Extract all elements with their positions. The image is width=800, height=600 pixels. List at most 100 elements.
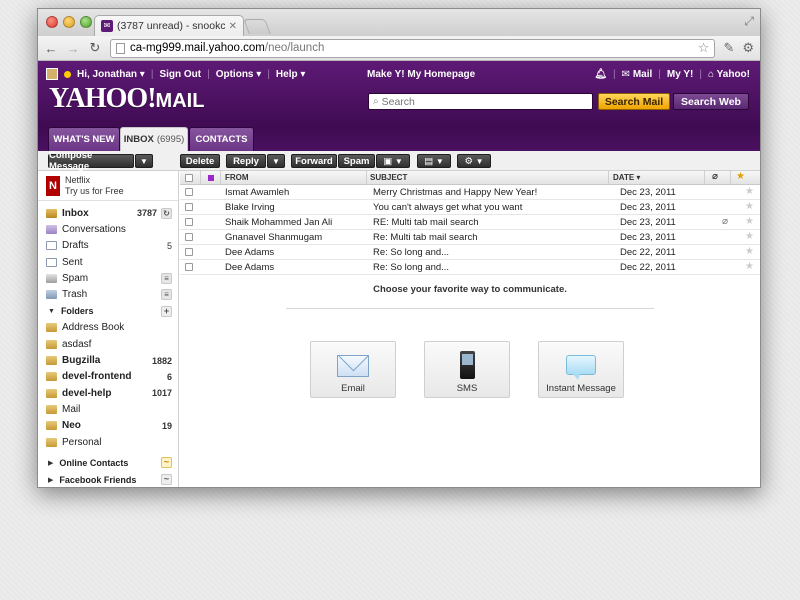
sidebar-item-asdasf[interactable]: asdasf [38, 336, 178, 352]
mail-link[interactable]: ✉ Mail [622, 69, 653, 80]
view-options-button[interactable]: ▤ ▼ [417, 154, 451, 168]
star-toggle-icon[interactable]: ★ [745, 231, 754, 242]
sidebar-item-bugzilla[interactable]: Bugzilla 1882 [38, 352, 178, 368]
search-web-button[interactable]: Search Web [673, 93, 749, 110]
back-arrow-icon[interactable]: ← [44, 41, 58, 56]
sidebar-item-devel-help[interactable]: devel-help 1017 [38, 385, 178, 401]
sidebar-item-sent[interactable]: Sent [38, 254, 178, 270]
facebook-friends-header[interactable]: ▶ Facebook Friends ~ [38, 471, 178, 487]
subject-column-header[interactable]: SUBJECT [370, 173, 407, 182]
star-toggle-icon[interactable]: ★ [745, 216, 754, 227]
compose-dropdown-button[interactable]: ▼ [135, 154, 153, 168]
sidebar-item-drafts[interactable]: Drafts 5 [38, 238, 178, 254]
folders-section-header[interactable]: ▼ Folders + [38, 303, 178, 320]
sidebar-item-label: Mail [62, 403, 81, 415]
sidebar-item-conversations[interactable]: Conversations [38, 221, 178, 237]
row-checkbox[interactable] [185, 248, 193, 256]
row-checkbox[interactable] [185, 218, 193, 226]
tab-contacts[interactable]: CONTACTS [189, 127, 254, 151]
online-contacts-header[interactable]: ▶ Online Contacts ~ [38, 454, 178, 471]
page-menu-icon[interactable]: ✎ [723, 40, 734, 56]
star-column-icon[interactable]: ★ [736, 171, 745, 182]
sidebar-item-address-book[interactable]: Address Book [38, 320, 178, 336]
yahoo-mail-logo[interactable]: YAHOO!MAIL [49, 83, 204, 115]
compose-message-button[interactable]: Compose Message [48, 150, 134, 172]
avatar[interactable] [46, 68, 58, 80]
star-toggle-icon[interactable]: ★ [745, 246, 754, 257]
close-tab-icon[interactable]: ✕ [229, 21, 237, 32]
tab-whats-new[interactable]: WHAT'S NEW [48, 127, 120, 151]
move-folder-button[interactable]: ▣ ▼ [376, 154, 410, 168]
search-mail-button[interactable]: Search Mail [598, 93, 670, 110]
new-tab-button[interactable] [243, 19, 271, 34]
row-checkbox[interactable] [185, 233, 193, 241]
add-folder-icon[interactable]: + [161, 305, 172, 317]
address-bar[interactable]: ca-mg999.mail.yahoo.com/neo/launch ☆ [110, 38, 716, 58]
browser-tab[interactable]: ✉ (3787 unread) - snookca - Y ✕ [94, 15, 244, 36]
close-window-icon[interactable] [46, 16, 58, 28]
help-menu[interactable]: Help ▾ [276, 69, 305, 80]
flag-column-icon[interactable] [208, 175, 214, 181]
presence-status-icon[interactable] [64, 70, 71, 78]
options-menu[interactable]: Options ▾ [216, 69, 262, 80]
table-row[interactable]: Dee Adams Re: So long and... Dec 22, 201… [180, 245, 760, 260]
delete-button[interactable]: Delete [180, 154, 220, 168]
table-row[interactable]: Ismat Awamleh Merry Christmas and Happy … [180, 185, 760, 200]
messenger-status-icon[interactable]: ~ [161, 457, 172, 469]
date-column-header[interactable]: DATE ▾ [613, 173, 640, 182]
attachment-column-icon[interactable]: ⌀ [712, 171, 718, 182]
expand-triangle-icon[interactable]: ▶ [48, 459, 53, 467]
table-row[interactable]: Gnanavel Shanmugam Re: Multi tab mail se… [180, 230, 760, 245]
star-toggle-icon[interactable]: ★ [745, 201, 754, 212]
maximize-window-icon[interactable] [80, 16, 92, 28]
yahoo-home-link[interactable]: ⌂ Yahoo! [708, 69, 750, 80]
reload-icon[interactable]: ↻ [88, 40, 102, 56]
from-column-header[interactable]: FROM [225, 173, 249, 182]
sidebar-item-mail[interactable]: Mail [38, 401, 178, 417]
star-toggle-icon[interactable]: ★ [745, 261, 754, 272]
sidebar-item-trash[interactable]: Trash ≡ [38, 286, 178, 302]
row-checkbox[interactable] [185, 203, 193, 211]
sms-option-button[interactable]: SMS [424, 341, 510, 398]
reply-button[interactable]: Reply [226, 154, 266, 168]
sidebar-item-personal[interactable]: Personal [38, 434, 178, 450]
empty-trash-icon[interactable]: ≡ [161, 289, 172, 301]
spam-button[interactable]: Spam [338, 154, 375, 168]
search-input[interactable] [381, 95, 588, 108]
tab-inbox[interactable]: INBOX (6995) [120, 127, 188, 151]
sidebar-item-inbox[interactable]: Inbox 3787 ↻ [38, 205, 178, 221]
table-row[interactable]: Dee Adams Re: So long and... Dec 22, 201… [180, 260, 760, 275]
forward-arrow-icon[interactable]: → [66, 41, 80, 56]
select-all-checkbox[interactable] [185, 174, 193, 182]
refresh-icon[interactable]: ↻ [161, 207, 172, 219]
row-checkbox[interactable] [185, 263, 193, 271]
star-toggle-icon[interactable]: ★ [745, 186, 754, 197]
empty-spam-icon[interactable]: ≡ [161, 272, 172, 284]
sidebar-item-devel-frontend[interactable]: devel-frontend 6 [38, 369, 178, 385]
fullscreen-icon[interactable]: ⤢ [744, 14, 754, 29]
notification-bell-icon[interactable]: 🔔︎ [594, 69, 607, 80]
forward-button[interactable]: Forward [291, 154, 337, 168]
my-yahoo-link[interactable]: My Y! [667, 69, 694, 80]
make-homepage-link[interactable]: Make Y! My Homepage [367, 69, 475, 80]
minimize-window-icon[interactable] [63, 16, 75, 28]
sign-out-link[interactable]: Sign Out [159, 69, 201, 80]
collapse-triangle-icon[interactable]: ▼ [48, 308, 55, 315]
greeting-menu[interactable]: Hi, Jonathan ▾ [77, 69, 145, 80]
email-option-button[interactable]: Email [310, 341, 396, 398]
instant-message-option-button[interactable]: Instant Message [538, 341, 624, 398]
table-row[interactable]: Blake Irving You can't always get what y… [180, 200, 760, 215]
wrench-icon[interactable]: ⚙ [742, 40, 754, 56]
bookmark-star-icon[interactable]: ☆ [698, 40, 710, 56]
table-row[interactable]: Shaik Mohammed Jan Ali RE: Multi tab mai… [180, 215, 760, 230]
netflix-ad[interactable]: N Netflix Try us for Free [38, 171, 178, 201]
settings-menu-button[interactable]: ⚙ ▼ [457, 154, 491, 168]
expand-triangle-icon[interactable]: ▶ [48, 476, 53, 484]
sidebar-item-neo[interactable]: Neo 19 [38, 418, 178, 434]
row-checkbox[interactable] [185, 188, 193, 196]
facebook-status-icon[interactable]: ~ [161, 474, 172, 486]
sidebar-item-spam[interactable]: Spam ≡ [38, 270, 178, 286]
search-icon: ⌕ [373, 96, 379, 107]
reply-dropdown-button[interactable]: ▼ [267, 154, 285, 168]
browser-tabbar: ✉ (3787 unread) - snookca - Y ✕ ⤢ [38, 9, 760, 36]
